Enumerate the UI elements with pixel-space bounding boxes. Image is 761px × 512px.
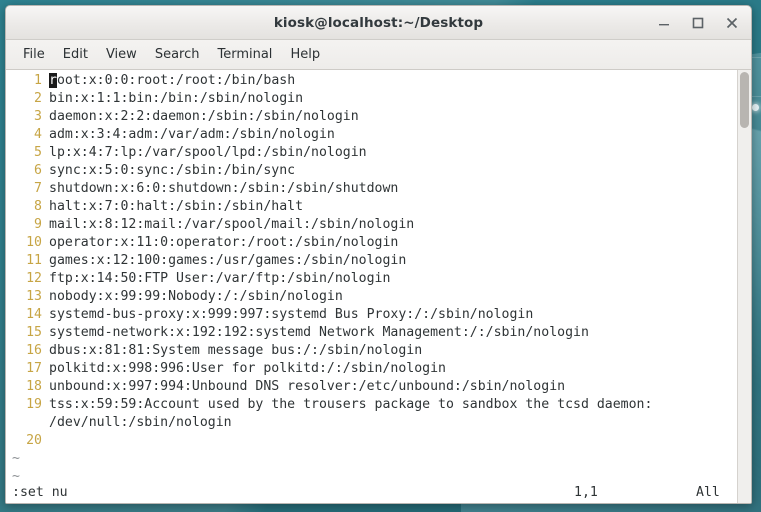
editor-line: 18 unbound:x:997:994:Unbound DNS resolver…	[6, 378, 737, 396]
menu-item-edit[interactable]: Edit	[54, 44, 97, 65]
line-number: 14	[26, 307, 42, 322]
editor-line: 9 mail:x:8:12:mail:/var/spool/mail:/sbin/…	[6, 216, 737, 234]
line-number: 18	[26, 379, 42, 394]
line-text: tss:x:59:59:Account used by the trousers…	[49, 397, 653, 412]
line-number: 5	[34, 145, 42, 160]
terminal-window: kiosk@localhost:~/Desktop File Edit View	[5, 5, 752, 504]
line-text: sync:x:5:0:sync:/sbin:/bin/sync	[49, 163, 296, 178]
line-text: daemon:x:2:2:daemon:/sbin:/sbin/nologin	[49, 109, 359, 124]
close-button[interactable]	[721, 12, 743, 34]
line-number: 16	[26, 343, 42, 358]
editor-line: 1 root:x:0:0:root:/root:/bin/bash	[6, 72, 737, 90]
line-number: 17	[26, 361, 42, 376]
line-number: 12	[26, 271, 42, 286]
editor-line: 10 operator:x:11:0:operator:/root:/sbin/n…	[6, 234, 737, 252]
line-text: operator:x:11:0:operator:/root:/sbin/nol…	[49, 235, 399, 250]
line-number: 7	[34, 181, 42, 196]
line-number: 10	[26, 235, 42, 250]
close-icon	[726, 17, 738, 28]
terminal-scrollbar[interactable]	[737, 70, 751, 503]
editor-line: 4 adm:x:3:4:adm:/var/adm:/sbin/nologin	[6, 126, 737, 144]
status-scroll: All	[696, 485, 720, 500]
menu-item-help[interactable]: Help	[281, 44, 329, 65]
line-text: systemd-network:x:192:192:systemd Networ…	[49, 325, 589, 340]
editor-line: 19 tss:x:59:59:Account used by the trouse…	[6, 396, 737, 414]
menu-item-view[interactable]: View	[97, 44, 146, 65]
menu-bar: File Edit View Search Terminal Help	[6, 40, 751, 70]
editor-line: 13 nobody:x:99:99:Nobody:/:/sbin/nologin	[6, 288, 737, 306]
window-title: kiosk@localhost:~/Desktop	[273, 14, 484, 31]
line-number: 20	[26, 433, 42, 448]
editor-lines: 1 root:x:0:0:root:/root:/bin/bash 2 bin:x:1…	[6, 72, 737, 450]
editor-line: 16 dbus:x:81:81:System message bus:/:/sbi…	[6, 342, 737, 360]
line-text: dbus:x:81:81:System message bus:/:/sbin/…	[49, 343, 423, 358]
line-text: shutdown:x:6:0:shutdown:/sbin:/sbin/shut…	[49, 181, 399, 196]
maximize-button[interactable]	[687, 12, 709, 34]
editor-line: 20	[6, 432, 737, 450]
line-number: 8	[34, 199, 42, 214]
line-text: halt:x:7:0:halt:/sbin:/sbin/halt	[49, 199, 304, 214]
minimize-icon	[659, 23, 669, 25]
editor-line: 15 systemd-network:x:192:192:systemd Netw…	[6, 324, 737, 342]
line-number: 1	[34, 73, 42, 88]
line-text-continued: /dev/null:/sbin/nologin	[49, 415, 232, 430]
line-number: 15	[26, 325, 42, 340]
text-cursor: r	[49, 73, 57, 88]
line-text: unbound:x:997:994:Unbound DNS resolver:/…	[49, 379, 566, 394]
vim-status-line: :set nu 1,1 All	[6, 483, 737, 503]
line-text: ftp:x:14:50:FTP User:/var/ftp:/sbin/nolo…	[49, 271, 391, 286]
editor-line: 2 bin:x:1:1:bin:/bin:/sbin/nologin	[6, 90, 737, 108]
line-number: 13	[26, 289, 42, 304]
line-number: 3	[34, 109, 42, 124]
editor-line: 6 sync:x:5:0:sync:/sbin:/bin/sync	[6, 162, 737, 180]
window-controls	[653, 6, 743, 39]
status-command: :set nu	[12, 485, 68, 500]
minimize-button[interactable]	[653, 12, 675, 34]
line-number: 6	[34, 163, 42, 178]
line-text: games:x:12:100:games:/usr/games:/sbin/no…	[49, 253, 407, 268]
line-text: nobody:x:99:99:Nobody:/:/sbin/nologin	[49, 289, 343, 304]
editor-line: 5 lp:x:4:7:lp:/var/spool/lpd:/sbin/nologi…	[6, 144, 737, 162]
editor-line: 14 systemd-bus-proxy:x:999:997:systemd Bu…	[6, 306, 737, 324]
line-text: lp:x:4:7:lp:/var/spool/lpd:/sbin/nologin	[49, 145, 367, 160]
line-number: 4	[34, 127, 42, 142]
line-number: 11	[26, 253, 42, 268]
line-text: polkitd:x:998:996:User for polkitd:/:/sb…	[49, 361, 446, 376]
menu-item-file[interactable]: File	[14, 44, 54, 65]
editor-line-wrapped: /dev/null:/sbin/nologin	[6, 414, 737, 432]
line-text: adm:x:3:4:adm:/var/adm:/sbin/nologin	[49, 127, 335, 142]
status-position: 1,1	[574, 485, 598, 500]
scrollbar-thumb[interactable]	[740, 72, 749, 128]
empty-line-marker: ~	[12, 451, 20, 466]
window-titlebar[interactable]: kiosk@localhost:~/Desktop	[6, 6, 751, 40]
line-text: mail:x:8:12:mail:/var/spool/mail:/sbin/n…	[49, 217, 415, 232]
wallpaper-dot	[752, 104, 759, 111]
line-text: systemd-bus-proxy:x:999:997:systemd Bus …	[49, 307, 534, 322]
editor-line: 17 polkitd:x:998:996:User for polkitd:/:/…	[6, 360, 737, 378]
editor-line: 11 games:x:12:100:games:/usr/games:/sbin/…	[6, 252, 737, 270]
menu-item-terminal[interactable]: Terminal	[208, 44, 281, 65]
editor-line: 8 halt:x:7:0:halt:/sbin:/sbin/halt	[6, 198, 737, 216]
editor-line: 3 daemon:x:2:2:daemon:/sbin:/sbin/nologin	[6, 108, 737, 126]
line-text: root:x:0:0:root:/root:/bin/bash	[49, 73, 296, 88]
editor-line: 7 shutdown:x:6:0:shutdown:/sbin:/sbin/shu…	[6, 180, 737, 198]
line-number: 9	[34, 217, 42, 232]
menu-item-search[interactable]: Search	[146, 44, 209, 65]
line-number: 2	[34, 91, 42, 106]
line-text: bin:x:1:1:bin:/bin:/sbin/nologin	[49, 91, 304, 106]
vim-editor[interactable]: 1 root:x:0:0:root:/root:/bin/bash 2 bin:x:1…	[6, 70, 737, 503]
line-number: 19	[26, 397, 42, 412]
terminal-area: 1 root:x:0:0:root:/root:/bin/bash 2 bin:x:1…	[6, 70, 751, 503]
editor-line: 12 ftp:x:14:50:FTP User:/var/ftp:/sbin/no…	[6, 270, 737, 288]
maximize-icon	[692, 17, 704, 28]
